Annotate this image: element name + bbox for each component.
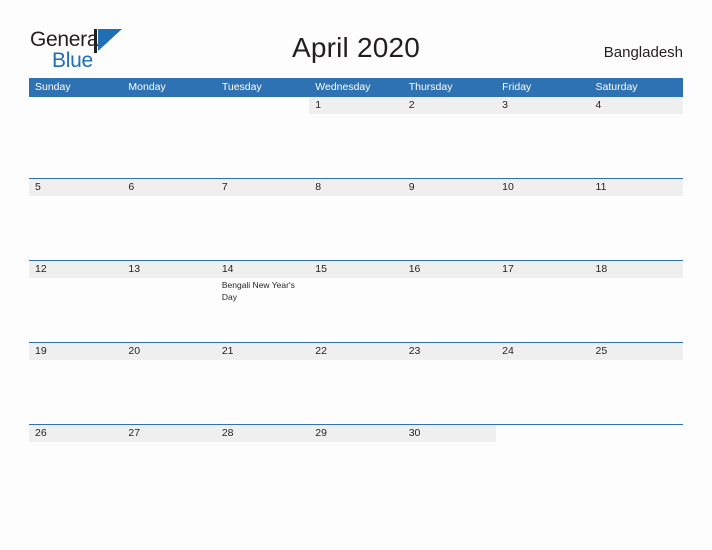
day-cell[interactable] [309, 442, 402, 506]
day-cell[interactable] [216, 196, 309, 260]
day-cell[interactable] [122, 114, 215, 178]
day-number[interactable] [29, 97, 123, 114]
day-cell[interactable] [590, 360, 683, 424]
day-number[interactable]: 8 [309, 179, 402, 196]
day-number[interactable]: 21 [216, 343, 309, 360]
dow-wednesday: Wednesday [315, 81, 371, 93]
day-number[interactable]: 26 [29, 425, 122, 442]
week-event-band [29, 114, 683, 178]
day-cell[interactable] [122, 442, 215, 506]
day-number[interactable]: 28 [216, 425, 309, 442]
day-number[interactable]: 25 [590, 343, 683, 360]
day-number[interactable]: 23 [403, 343, 496, 360]
day-cell[interactable] [122, 278, 215, 342]
day-number[interactable]: 27 [122, 425, 215, 442]
dow-sunday: Sunday [35, 81, 71, 93]
day-number[interactable]: 5 [29, 179, 122, 196]
day-number[interactable]: 10 [496, 179, 589, 196]
week-event-band [29, 442, 683, 506]
day-cell[interactable] [309, 278, 402, 342]
day-cell[interactable] [403, 442, 496, 506]
day-number[interactable]: 14 [216, 261, 309, 278]
day-number[interactable] [215, 97, 310, 114]
day-number[interactable]: 6 [122, 179, 215, 196]
day-number[interactable]: 19 [29, 343, 122, 360]
day-cell[interactable] [403, 196, 496, 260]
day-cell[interactable] [403, 360, 496, 424]
day-cell[interactable] [590, 442, 683, 506]
day-number[interactable]: 13 [122, 261, 215, 278]
day-cell[interactable] [496, 114, 589, 178]
day-cell[interactable] [29, 442, 122, 506]
day-number[interactable]: 1 [309, 97, 402, 114]
calendar-week-row: 1 2 3 4 [29, 96, 683, 178]
calendar-week-row: 5 6 7 8 9 10 11 [29, 178, 683, 260]
day-number[interactable] [496, 425, 590, 442]
day-cell[interactable] [590, 114, 683, 178]
day-cell[interactable] [29, 114, 122, 178]
week-date-band: 5 6 7 8 9 10 11 [29, 179, 683, 196]
day-cell[interactable] [496, 360, 589, 424]
day-number[interactable]: 2 [403, 97, 496, 114]
day-cell[interactable] [403, 114, 496, 178]
day-number[interactable]: 12 [29, 261, 122, 278]
week-date-band: 19 20 21 22 23 24 25 [29, 343, 683, 360]
calendar-page: General Blue April 2020 Bangladesh Sunda… [0, 0, 712, 550]
dow-tuesday: Tuesday [221, 81, 262, 93]
week-event-band [29, 360, 683, 424]
day-number[interactable]: 3 [496, 97, 589, 114]
day-number[interactable] [122, 97, 216, 114]
dow-thursday: Thursday [408, 81, 453, 93]
day-cell[interactable] [496, 196, 589, 260]
day-number[interactable]: 17 [496, 261, 589, 278]
day-number[interactable]: 30 [403, 425, 496, 442]
day-cell[interactable] [29, 278, 122, 342]
day-number[interactable]: 16 [403, 261, 496, 278]
calendar-week-row: 26 27 28 29 30 [29, 424, 683, 506]
day-cell[interactable] [122, 196, 215, 260]
calendar-week-row: 12 13 14 15 16 17 18 Bengali New Year's … [29, 260, 683, 342]
day-cell[interactable] [309, 360, 402, 424]
dow-friday: Friday [502, 81, 532, 93]
day-cell[interactable] [496, 278, 589, 342]
day-number[interactable]: 24 [496, 343, 589, 360]
day-cell[interactable] [496, 442, 589, 506]
day-cell[interactable] [403, 278, 496, 342]
day-number[interactable]: 7 [216, 179, 309, 196]
day-cell[interactable] [590, 278, 683, 342]
day-number[interactable]: 29 [309, 425, 402, 442]
day-cell[interactable] [29, 196, 122, 260]
day-number[interactable] [589, 425, 683, 442]
week-date-band: 12 13 14 15 16 17 18 [29, 261, 683, 278]
week-event-band [29, 196, 683, 260]
dow-saturday: Saturday [595, 81, 638, 93]
week-event-band: Bengali New Year's Day [29, 278, 683, 342]
day-number[interactable]: 11 [590, 179, 683, 196]
day-cell[interactable] [122, 360, 215, 424]
day-event-text: Bengali New Year's Day [221, 280, 295, 302]
day-number[interactable]: 4 [590, 97, 683, 114]
day-cell[interactable] [216, 114, 309, 178]
week-date-band: 26 27 28 29 30 [29, 425, 683, 442]
week-date-band: 1 2 3 4 [29, 97, 683, 114]
day-cell[interactable] [309, 196, 402, 260]
day-cell[interactable] [309, 114, 402, 178]
day-cell[interactable] [590, 196, 683, 260]
day-of-week-header-row: Sunday Monday Tuesday Wednesday Thursday… [29, 78, 683, 96]
day-number[interactable]: 22 [309, 343, 402, 360]
page-header: General Blue April 2020 Bangladesh [0, 0, 712, 76]
day-cell-holiday[interactable]: Bengali New Year's Day [216, 278, 309, 342]
day-number[interactable]: 20 [122, 343, 215, 360]
day-number[interactable]: 18 [590, 261, 683, 278]
calendar-week-row: 19 20 21 22 23 24 25 [29, 342, 683, 424]
country-label: Bangladesh [603, 44, 683, 61]
dow-monday: Monday [128, 81, 166, 93]
day-cell[interactable] [216, 442, 309, 506]
day-number[interactable]: 9 [403, 179, 496, 196]
day-cell[interactable] [29, 360, 122, 424]
day-number[interactable]: 15 [309, 261, 402, 278]
calendar-grid: Sunday Monday Tuesday Wednesday Thursday… [29, 78, 683, 506]
day-cell[interactable] [216, 360, 309, 424]
